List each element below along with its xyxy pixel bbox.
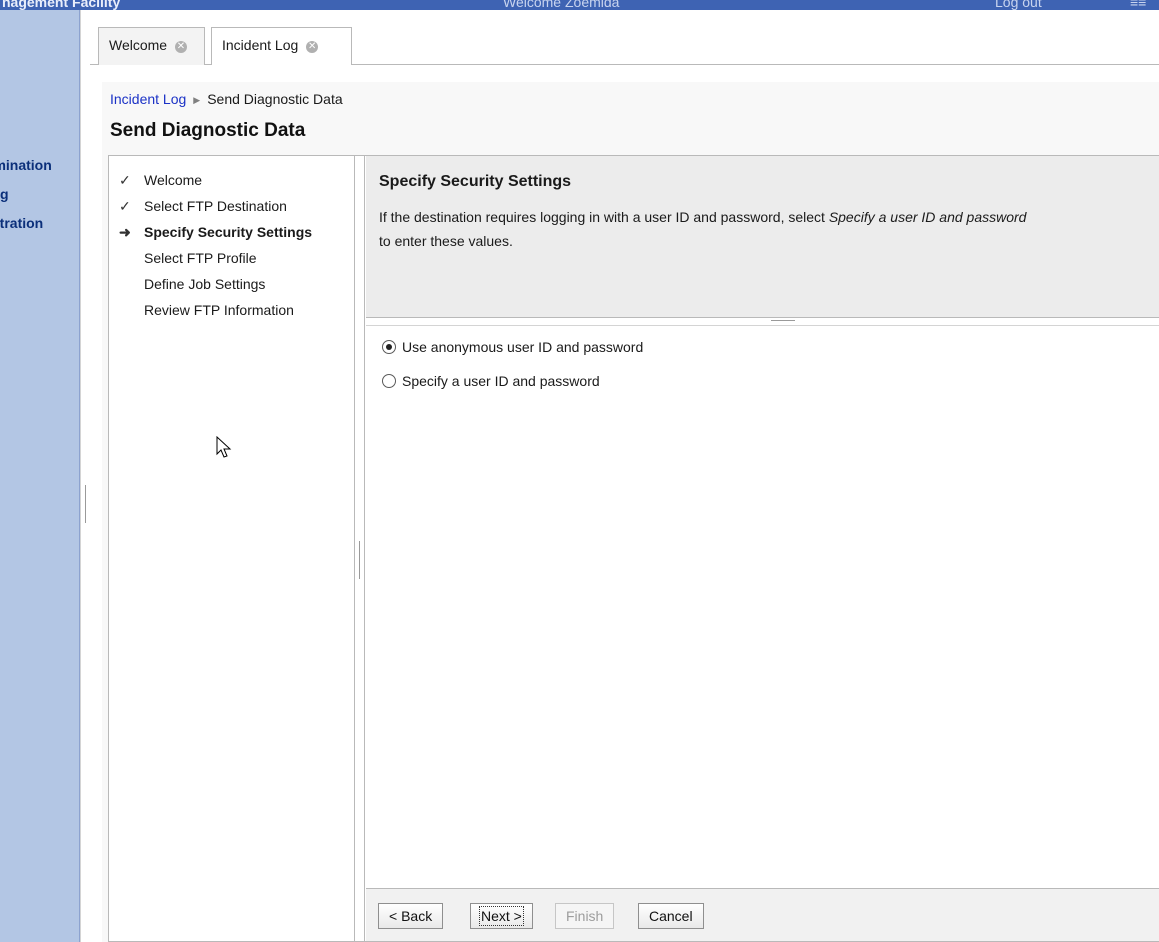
radio-button-selected[interactable] bbox=[382, 340, 396, 354]
section-description: If the destination requires logging in w… bbox=[379, 205, 1159, 253]
breadcrumb: Incident Log ▶ Send Diagnostic Data bbox=[110, 91, 343, 107]
top-banner: nagement Facility Welcome Zoemida Log ou… bbox=[0, 0, 1159, 10]
finish-button[interactable]: Finish bbox=[555, 903, 615, 929]
splitter-grip[interactable] bbox=[359, 541, 360, 579]
radio-anonymous-credentials[interactable]: Use anonymous user ID and password bbox=[382, 339, 643, 359]
security-options: Use anonymous user ID and password Speci… bbox=[366, 327, 1159, 887]
radio-specify-credentials[interactable]: Specify a user ID and password bbox=[382, 373, 600, 393]
wizard-button-bar: < Back Next > Finish Cancel bbox=[366, 888, 1159, 941]
step-review-ftp-information: Review FTP Information bbox=[119, 302, 312, 328]
description-splitter[interactable] bbox=[366, 318, 1159, 326]
logout-link[interactable]: Log out bbox=[995, 0, 1042, 10]
description-text-continued: to enter these values. bbox=[379, 233, 513, 249]
step-welcome: ✓ Welcome bbox=[119, 172, 312, 198]
breadcrumb-incident-log[interactable]: Incident Log bbox=[110, 91, 186, 107]
splitter-grip[interactable] bbox=[85, 485, 86, 523]
check-icon: ✓ bbox=[119, 198, 131, 214]
nav-item-administration[interactable]: istration bbox=[0, 215, 43, 231]
step-select-ftp-profile: Select FTP Profile bbox=[119, 250, 312, 276]
next-button-label[interactable]: Next > bbox=[479, 906, 524, 926]
arrow-right-icon: ➜ bbox=[119, 224, 131, 240]
page-panel: Incident Log▶Send Diagnostic Data H Send… bbox=[102, 82, 1159, 942]
mouse-cursor-icon bbox=[216, 436, 232, 458]
description-emphasis: Specify a user ID and password bbox=[828, 209, 1027, 225]
welcome-text: Welcome Zoemida bbox=[503, 0, 620, 10]
steps-splitter[interactable] bbox=[355, 156, 365, 941]
tab-label: Welcome bbox=[109, 37, 168, 53]
radio-label[interactable]: Use anonymous user ID and password bbox=[402, 339, 643, 355]
close-icon[interactable]: ✕ bbox=[174, 41, 187, 53]
splitter-grip[interactable] bbox=[771, 320, 795, 321]
main-content: Incident Log▶Send Diagnostic Data H Send… bbox=[90, 65, 1159, 942]
tab-label: Incident Log bbox=[222, 37, 299, 53]
back-button[interactable]: < Back bbox=[378, 903, 444, 929]
step-description: Specify Security Settings If the destina… bbox=[366, 156, 1159, 318]
step-label: Select FTP Destination bbox=[144, 198, 287, 214]
description-text: If the destination requires logging in w… bbox=[379, 209, 829, 225]
nav-item-log[interactable]: g bbox=[0, 186, 9, 202]
nav-splitter[interactable] bbox=[80, 10, 90, 942]
menu-icon[interactable]: ≡≡ bbox=[1130, 0, 1146, 10]
step-select-ftp-destination: ✓ Select FTP Destination bbox=[119, 198, 312, 224]
close-icon[interactable]: ✕ bbox=[306, 41, 319, 53]
tab-bar: Welcome ✕ Incident Log ✕ bbox=[90, 25, 1159, 67]
left-navigation: rmination g istration bbox=[0, 10, 80, 942]
radio-label[interactable]: Specify a user ID and password bbox=[402, 373, 600, 389]
cancel-button[interactable]: Cancel bbox=[638, 903, 704, 929]
radio-button[interactable] bbox=[382, 374, 396, 388]
breadcrumb-separator-icon: ▶ bbox=[193, 95, 201, 105]
page-title: Send Diagnostic Data bbox=[110, 120, 306, 141]
wizard-panel: ✓ Welcome ✓ Select FTP Destination ➜ Specif… bbox=[108, 155, 1159, 942]
check-icon: ✓ bbox=[119, 172, 131, 188]
step-label: Define Job Settings bbox=[144, 276, 266, 292]
step-label: Select FTP Profile bbox=[144, 250, 257, 266]
section-title: Specify Security Settings bbox=[379, 173, 572, 190]
tab-welcome[interactable]: Welcome ✕ bbox=[98, 27, 205, 65]
step-specify-security-settings: ➜ Specify Security Settings bbox=[119, 224, 312, 250]
step-label: Specify Security Settings bbox=[144, 224, 313, 240]
step-label: Review FTP Information bbox=[144, 302, 294, 318]
next-button[interactable]: Next > bbox=[470, 903, 533, 929]
breadcrumb-current: Send Diagnostic Data bbox=[207, 91, 343, 107]
step-define-job-settings: Define Job Settings bbox=[119, 276, 312, 302]
tab-incident-log[interactable]: Incident Log ✕ bbox=[211, 27, 352, 67]
nav-item-determination[interactable]: rmination bbox=[0, 157, 52, 173]
app-title: nagement Facility bbox=[2, 0, 121, 10]
wizard-steps: ✓ Welcome ✓ Select FTP Destination ➜ Specif… bbox=[109, 156, 355, 941]
step-label: Welcome bbox=[144, 172, 203, 188]
